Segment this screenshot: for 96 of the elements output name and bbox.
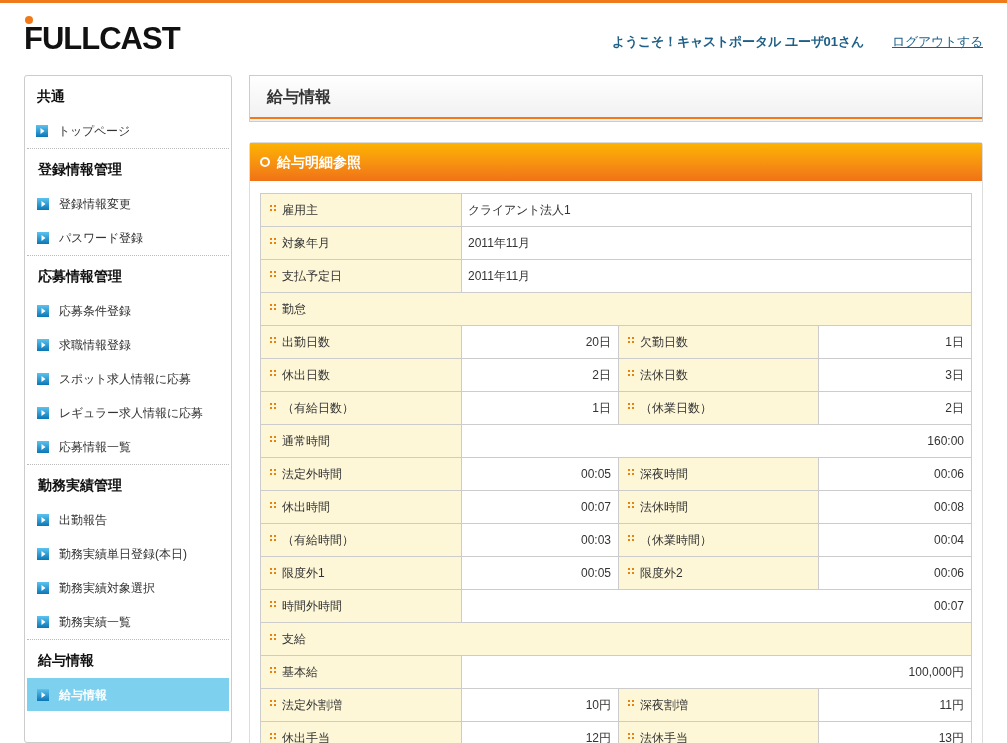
bullet-icon xyxy=(270,568,276,574)
label-cell: （有給時間） xyxy=(261,524,462,557)
label-cell: 法定外時間 xyxy=(261,458,462,491)
value-cell: 20日 xyxy=(462,326,619,359)
sidebar-item[interactable]: 勤務実績一覧 xyxy=(27,605,229,639)
value-cell: 1日 xyxy=(462,392,619,425)
bullet-icon xyxy=(270,733,276,739)
value-cell: 10円 xyxy=(462,689,619,722)
bullet-icon xyxy=(270,667,276,673)
label-cell: 支払予定日 xyxy=(261,260,462,293)
sidebar-heading: 応募情報管理 xyxy=(38,266,122,286)
sidebar-item[interactable]: パスワード登録 xyxy=(27,221,229,255)
sidebar-heading: 登録情報管理 xyxy=(38,159,122,179)
value-cell: 2日 xyxy=(462,359,619,392)
value-cell: 00:07 xyxy=(462,590,972,623)
label-cell: 基本給 xyxy=(261,656,462,689)
sidebar-item[interactable]: 勤務実績単日登録(本日) xyxy=(27,537,229,571)
label-cell: 法休手当 xyxy=(619,722,819,743)
sidebar-item[interactable]: 勤務実績対象選択 xyxy=(27,571,229,605)
value-cell: 00:05 xyxy=(462,458,619,491)
value-cell: 11円 xyxy=(819,689,972,722)
bullet-icon xyxy=(628,568,634,574)
sidebar-item[interactable]: 登録情報変更 xyxy=(27,187,229,221)
label-cell: 休出日数 xyxy=(261,359,462,392)
bullet-icon xyxy=(270,601,276,607)
bullet-icon xyxy=(270,700,276,706)
bullet-icon xyxy=(628,535,634,541)
sidebar-item[interactable]: トップページ xyxy=(26,114,230,148)
label-cell: 法休日数 xyxy=(619,359,819,392)
bullet-icon xyxy=(628,370,634,376)
sidebar-item[interactable]: 求職情報登録 xyxy=(27,328,229,362)
bullet-icon xyxy=(270,271,276,277)
bullet-icon xyxy=(270,370,276,376)
label-cell: （休業日数） xyxy=(619,392,819,425)
label-cell: 通常時間 xyxy=(261,425,462,458)
label-cell: 支給 xyxy=(261,623,972,656)
value-cell: 00:07 xyxy=(462,491,619,524)
bullet-icon xyxy=(628,403,634,409)
label-cell: 限度外1 xyxy=(261,557,462,590)
bullet-icon xyxy=(628,469,634,475)
logout-link[interactable]: ログアウトする xyxy=(892,32,983,52)
bullet-icon xyxy=(270,502,276,508)
label-cell: 休出手当 xyxy=(261,722,462,743)
label-cell: 深夜時間 xyxy=(619,458,819,491)
section-title: 給与明細参照 xyxy=(277,152,361,172)
bullet-icon xyxy=(628,700,634,706)
bullet-icon xyxy=(270,304,276,310)
sidebar-heading: 共通 xyxy=(37,86,65,106)
logo: FULLCAST xyxy=(24,26,180,52)
value-cell: 100,000円 xyxy=(462,656,972,689)
label-cell: 出勤日数 xyxy=(261,326,462,359)
label-cell: 欠勤日数 xyxy=(619,326,819,359)
value-cell: 2011年11月 xyxy=(462,227,972,260)
value-cell: 00:06 xyxy=(819,557,972,590)
page-title: 給与情報 xyxy=(267,86,331,107)
value-cell: 160:00 xyxy=(462,425,972,458)
label-cell: 法定外割増 xyxy=(261,689,462,722)
label-cell: 法休時間 xyxy=(619,491,819,524)
label-cell: 休出時間 xyxy=(261,491,462,524)
sidebar-item[interactable]: 応募条件登録 xyxy=(27,294,229,328)
sidebar-heading: 勤務実績管理 xyxy=(38,475,122,495)
value-cell: 00:04 xyxy=(819,524,972,557)
label-cell: （休業時間） xyxy=(619,524,819,557)
value-cell: 2011年11月 xyxy=(462,260,972,293)
bullet-icon xyxy=(270,205,276,211)
value-cell: 00:05 xyxy=(462,557,619,590)
value-cell: 1日 xyxy=(819,326,972,359)
label-cell: 勤怠 xyxy=(261,293,972,326)
bullet-icon xyxy=(270,403,276,409)
value-cell: 3日 xyxy=(819,359,972,392)
label-cell: 雇用主 xyxy=(261,194,462,227)
bullet-icon xyxy=(270,436,276,442)
bullet-icon xyxy=(270,337,276,343)
label-cell: 時間外時間 xyxy=(261,590,462,623)
value-cell: クライアント法人1 xyxy=(462,194,972,227)
sidebar-item[interactable]: 応募情報一覧 xyxy=(27,430,229,464)
value-cell: 00:08 xyxy=(819,491,972,524)
value-cell: 00:03 xyxy=(462,524,619,557)
bullet-icon xyxy=(270,535,276,541)
welcome-message: ようこそ！キャストポータル ユーザ01さん xyxy=(611,33,864,52)
sidebar-item[interactable]: 出勤報告 xyxy=(27,503,229,537)
label-cell: 対象年月 xyxy=(261,227,462,260)
bullet-icon xyxy=(628,502,634,508)
sidebar-item[interactable]: スポット求人情報に応募 xyxy=(27,362,229,396)
value-cell: 2日 xyxy=(819,392,972,425)
sidebar-item[interactable]: レギュラー求人情報に応募 xyxy=(27,396,229,430)
bullet-icon xyxy=(628,733,634,739)
bullet-icon xyxy=(270,634,276,640)
bullet-icon xyxy=(270,469,276,475)
sidebar-heading: 給与情報 xyxy=(38,650,94,670)
bullet-icon xyxy=(270,238,276,244)
bullet-icon xyxy=(628,337,634,343)
value-cell: 00:06 xyxy=(819,458,972,491)
label-cell: （有給日数） xyxy=(261,392,462,425)
label-cell: 限度外2 xyxy=(619,557,819,590)
label-cell: 深夜割増 xyxy=(619,689,819,722)
